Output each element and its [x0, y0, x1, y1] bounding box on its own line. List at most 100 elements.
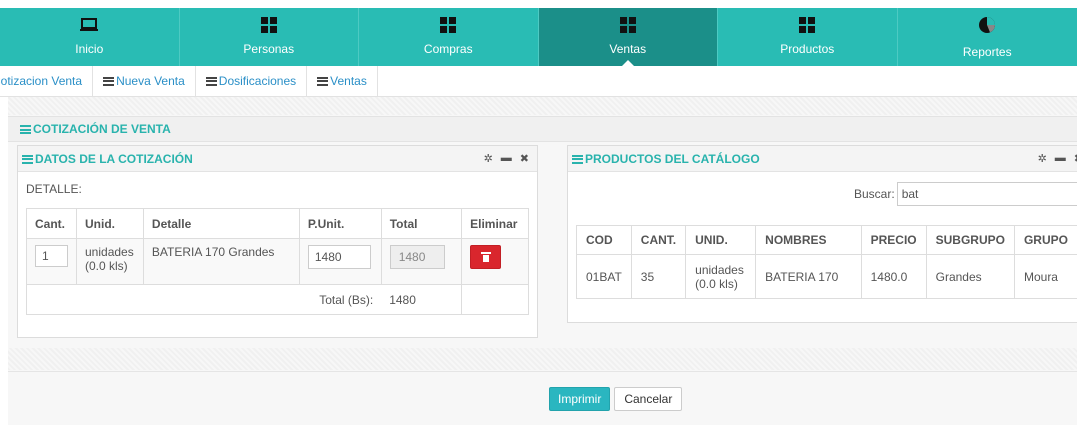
minimize-icon[interactable]: ▬ — [501, 152, 512, 165]
nav-compras[interactable]: Compras — [359, 8, 539, 66]
main-title-bar: COTIZACIÓN DE VENTA — [8, 116, 1077, 142]
line-total-field — [389, 245, 445, 269]
panel-title: DATOS DE LA COTIZACIÓN — [22, 152, 193, 166]
subnav-dosificaciones[interactable]: Dosificaciones — [196, 65, 308, 97]
unid-cell: unidades (0.0 kls) — [685, 254, 757, 299]
nav-reportes[interactable]: Reportes — [898, 8, 1077, 66]
nav-label: Productos — [780, 42, 835, 56]
total-row: Total (Bs): 1480 — [26, 284, 529, 315]
action-buttons: Imprimir Cancelar — [549, 387, 683, 411]
unit-cell: unidades (0.0 kls) — [76, 238, 144, 285]
cant-cell — [26, 238, 77, 285]
table-row: unidades(0.0 kls) BATERIA 170 Grandes — [26, 238, 529, 285]
page-title: COTIZACIÓN DE VENTA — [20, 122, 171, 136]
delete-button[interactable] — [470, 245, 502, 269]
col-header[interactable]: COD — [576, 225, 632, 255]
nav-label: Personas — [243, 42, 295, 56]
list-icon — [317, 76, 329, 86]
sub-nav: Cotizacion Venta Nueva Venta Dosificacio… — [0, 65, 1077, 97]
total-value: 1480 — [381, 284, 463, 315]
col-header[interactable]: GRUPO — [1013, 225, 1077, 255]
detail-label: DETALLE: — [26, 182, 82, 196]
col-header[interactable]: NOMBRES — [755, 225, 862, 255]
delete-cell — [461, 238, 529, 285]
subnav-label: Ventas — [330, 74, 367, 88]
grid-icon — [799, 17, 816, 33]
search-input[interactable] — [896, 182, 1077, 206]
nav-ventas[interactable]: Ventas — [538, 8, 718, 66]
col-header: Cant. — [26, 208, 77, 239]
subnav-label: Dosificaciones — [218, 74, 297, 88]
pattern-strip — [8, 97, 1077, 115]
pie-chart-icon — [979, 17, 996, 33]
pattern-strip — [8, 348, 1077, 370]
minimize-icon[interactable]: ▬ — [1055, 152, 1066, 165]
subnav-nueva-venta[interactable]: Nueva Venta — [93, 65, 196, 97]
unit-price-input[interactable] — [307, 245, 371, 269]
trash-icon — [480, 252, 491, 262]
col-header: Unid. — [76, 208, 144, 239]
subnav-ventas[interactable]: Ventas — [307, 65, 378, 97]
main-nav: Inicio Personas Compras Ventas Productos… — [0, 8, 1077, 66]
catalog-products-panel: PRODUCTOS DEL CATÁLOGO ✲ ▬ ✖ Buscar: COD… — [567, 145, 1077, 323]
col-header: Eliminar — [461, 208, 529, 239]
cant-cell: 35 — [630, 254, 687, 299]
nav-label: Inicio — [75, 42, 104, 56]
close-icon[interactable]: ✖ — [520, 152, 529, 165]
grid-icon — [260, 17, 277, 33]
unit-price-cell — [298, 238, 382, 285]
col-header: P.Unit. — [298, 208, 382, 239]
nav-label: Ventas — [609, 42, 647, 56]
nav-inicio[interactable]: Inicio — [0, 8, 180, 66]
empty-cell — [461, 284, 529, 315]
gear-icon[interactable]: ✲ — [1038, 152, 1047, 165]
list-icon — [205, 76, 217, 86]
nav-label: Compras — [423, 42, 473, 56]
nav-label: Reportes — [962, 45, 1012, 59]
col-header: Detalle — [142, 208, 300, 239]
panel-header: DATOS DE LA COTIZACIÓN ✲ ▬ ✖ — [18, 146, 537, 172]
list-icon — [103, 76, 115, 86]
search-row: Buscar: — [854, 182, 1077, 206]
table-row[interactable]: 01BAT 35 unidades (0.0 kls) BATERIA 170 1… — [576, 254, 1077, 299]
nav-productos[interactable]: Productos — [718, 8, 898, 66]
quantity-input[interactable] — [35, 245, 68, 267]
col-header[interactable]: SUBGRUPO — [925, 225, 1015, 255]
quote-detail-table: Cant. Unid. Detalle P.Unit. Total Elimin… — [26, 208, 529, 315]
subnav-cotizacion-venta[interactable]: Cotizacion Venta — [0, 65, 94, 97]
table-header-row: Cant. Unid. Detalle P.Unit. Total Elimin… — [26, 208, 529, 239]
cancel-button[interactable]: Cancelar — [614, 387, 683, 411]
gear-icon[interactable]: ✲ — [484, 152, 493, 165]
panel-tools: ✲ ▬ ✖ — [1038, 152, 1077, 165]
subnav-label: Cotizacion Venta — [0, 74, 83, 88]
cod-cell: 01BAT — [576, 254, 632, 299]
col-header: Total — [380, 208, 463, 239]
subnav-label: Nueva Venta — [116, 74, 185, 88]
panel-tools: ✲ ▬ ✖ — [484, 152, 529, 165]
col-header[interactable]: PRECIO — [860, 225, 927, 255]
panel-header: PRODUCTOS DEL CATÁLOGO ✲ ▬ ✖ — [568, 146, 1077, 172]
grid-icon — [440, 17, 457, 33]
grupo-cell: Moura — [1013, 254, 1077, 299]
search-label: Buscar: — [854, 187, 895, 201]
list-icon — [22, 154, 33, 164]
print-button[interactable]: Imprimir — [549, 387, 611, 411]
divider — [8, 371, 1077, 372]
nombres-cell: BATERIA 170 — [755, 254, 862, 299]
total-cell — [380, 238, 463, 285]
grid-icon — [619, 17, 636, 33]
panel-title: PRODUCTOS DEL CATÁLOGO — [572, 152, 760, 166]
laptop-icon — [80, 18, 99, 31]
col-header[interactable]: CANT. — [630, 225, 687, 255]
detail-cell: BATERIA 170 Grandes — [142, 238, 300, 285]
precio-cell: 1480.0 — [860, 254, 927, 299]
total-label: Total (Bs): — [26, 284, 382, 315]
list-icon — [572, 154, 583, 164]
subgrupo-cell: Grandes — [925, 254, 1015, 299]
nav-personas[interactable]: Personas — [180, 8, 359, 66]
list-icon — [20, 125, 31, 135]
col-header[interactable]: UNID. — [685, 225, 757, 255]
catalog-table: COD CANT. UNID. NOMBRES PRECIO SUBGRUPO … — [576, 225, 1077, 299]
table-header-row: COD CANT. UNID. NOMBRES PRECIO SUBGRUPO … — [576, 225, 1077, 255]
quote-data-panel: DATOS DE LA COTIZACIÓN ✲ ▬ ✖ DETALLE: Ca… — [17, 145, 538, 338]
